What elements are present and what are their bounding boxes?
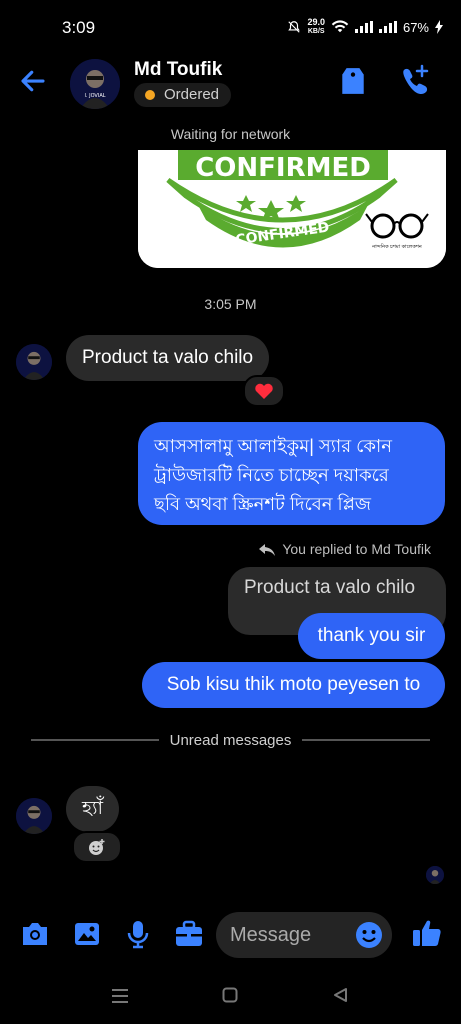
svg-text:I. JOVIAL: I. JOVIAL (84, 93, 105, 99)
message-bubble-outgoing[interactable]: আসসালামু আলাইকুম| স্যার কোন ট্রাউজারটি ন… (138, 422, 445, 525)
add-reaction-icon (89, 839, 105, 855)
status-bar: 3:09 29.0 KB/S 67% (0, 0, 461, 56)
unread-divider-right (302, 739, 430, 741)
contact-name[interactable]: Md Toufik (134, 59, 222, 81)
battery-text: 67% (402, 19, 429, 35)
logo-caption: নান্দনিক চশমা কালেকশন (371, 244, 423, 250)
tag-icon (342, 68, 364, 94)
briefcase-icon (176, 920, 202, 946)
status-dot (145, 90, 155, 100)
like-icon (413, 920, 441, 946)
sender-avatar[interactable] (16, 798, 52, 834)
nav-home-icon (222, 987, 238, 1003)
wifi-icon (331, 20, 349, 33)
replied-label: You replied to Md Toufik (258, 541, 431, 557)
message-reaction[interactable] (243, 375, 285, 407)
seen-avatar (426, 866, 444, 884)
back-arrow-icon (21, 70, 45, 92)
message-bubble-incoming[interactable]: হ্যাঁ (66, 786, 119, 832)
tag-button[interactable] (340, 66, 368, 96)
nav-back-button[interactable] (332, 987, 348, 1007)
mute-icon (288, 21, 301, 33)
order-status-badge[interactable]: Ordered (134, 83, 232, 107)
camera-icon (23, 923, 47, 945)
gallery-button[interactable] (73, 921, 101, 951)
nav-back-icon (334, 988, 347, 1002)
gallery-icon (75, 923, 99, 945)
network-notice: Waiting for network (170, 126, 291, 142)
signal-icon (354, 21, 373, 33)
contact-avatar[interactable]: I. JOVIAL (70, 59, 120, 109)
nav-menu-button[interactable] (111, 988, 129, 1008)
emoji-button[interactable] (355, 921, 383, 953)
call-button[interactable] (398, 64, 432, 96)
message-bubble-outgoing[interactable]: Sob kisu thik moto peyesen to (142, 662, 445, 708)
net-speed: 29.0 KB/S (307, 17, 325, 36)
signal-2-icon (378, 21, 397, 33)
status-time: 3:09 (62, 18, 96, 37)
business-tools-button[interactable] (174, 920, 204, 952)
message-bubble-incoming[interactable]: Product ta valo chilo (66, 335, 270, 381)
status-icons: 29.0 KB/S 67% (287, 18, 443, 36)
reply-icon (258, 544, 275, 557)
system-nav-bar (0, 980, 461, 1024)
sender-avatar[interactable] (16, 344, 52, 380)
emoji-icon (356, 922, 382, 948)
like-button[interactable] (411, 917, 443, 953)
add-reaction-button[interactable] (72, 831, 122, 863)
nav-menu-icon (112, 989, 128, 1003)
voice-button[interactable] (125, 919, 151, 953)
chat-header: I. JOVIAL Md Toufik Ordered (0, 56, 461, 116)
image-text-top: CONFIRMED (195, 153, 371, 183)
message-bubble-outgoing[interactable]: thank you sir (298, 613, 445, 659)
message-timestamp: 3:05 PM (204, 296, 257, 312)
back-button[interactable] (18, 66, 54, 102)
shared-image[interactable]: CONFIRMED CONFIRMED নান্দনিক চশমা কালেকশ… (138, 150, 446, 268)
message-placeholder: Message (230, 924, 312, 946)
nav-home-button[interactable] (222, 987, 238, 1007)
call-add-icon (403, 64, 429, 95)
mic-icon (127, 921, 149, 949)
charging-icon (435, 20, 443, 34)
heart-icon (255, 383, 273, 399)
camera-button[interactable] (20, 921, 50, 951)
